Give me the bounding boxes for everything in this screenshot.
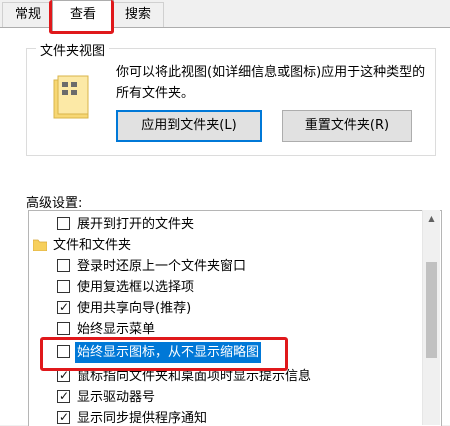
tree-item-use-checkboxes[interactable]: 使用复选框以选择项 xyxy=(29,277,421,298)
scroll-up-arrow-icon[interactable]: ▲ xyxy=(423,210,440,227)
checkbox-checked[interactable]: ✓ xyxy=(57,300,70,314)
check-mark-icon: ✓ xyxy=(59,300,70,314)
tree-item-label: 使用共享向导(推荐) xyxy=(77,301,192,316)
tree-item-label: 登录时还原上一个文件夹窗口 xyxy=(77,259,247,274)
reset-folders-label: 重置文件夹(R) xyxy=(304,118,390,133)
folder-views-title: 文件夹视图 xyxy=(36,40,110,59)
scroll-thumb[interactable] xyxy=(426,262,437,358)
tree-item-label: 显示驱动器号 xyxy=(77,390,156,405)
advanced-settings-label: 高级设置: xyxy=(26,196,83,211)
tree-item-restore-windows[interactable]: 登录时还原上一个文件夹窗口 xyxy=(29,256,421,277)
tab-search-label: 搜索 xyxy=(124,7,151,22)
tree-item-expand-to-open-folder[interactable]: 展开到打开的文件夹 xyxy=(29,214,421,235)
reset-folders-button[interactable]: 重置文件夹(R) xyxy=(282,110,412,142)
advanced-settings-tree[interactable]: 展开到打开的文件夹 文件和文件夹 登录时还原上一个文件夹窗口 使用复选框以选择项… xyxy=(28,210,442,426)
tree-item-label: 展开到打开的文件夹 xyxy=(77,217,195,232)
tree-item-sync-notifications[interactable]: ✓ 显示同步提供程序通知 xyxy=(29,408,421,426)
tree-item-sharing-wizard[interactable]: ✓ 使用共享向导(推荐) xyxy=(29,298,421,319)
tree-item-show-drive-letters[interactable]: ✓ 显示驱动器号 xyxy=(29,387,421,408)
checkbox-checked[interactable]: ✓ xyxy=(57,389,70,403)
checkbox[interactable] xyxy=(57,217,70,230)
checkbox-checked[interactable]: ✓ xyxy=(57,410,70,424)
tab-search[interactable]: 搜索 xyxy=(112,2,164,27)
folder-view-icon xyxy=(53,75,89,119)
folder-views-description: 你可以将此视图(如详细信息或图标)应用于这种类型的所有文件夹。 xyxy=(116,65,426,101)
check-mark-icon: ✓ xyxy=(59,389,70,403)
checkbox[interactable] xyxy=(57,280,70,293)
checkbox[interactable] xyxy=(57,259,70,272)
tree-item-label: 文件和文件夹 xyxy=(53,238,132,253)
apply-to-folders-label: 应用到文件夹(L) xyxy=(141,118,237,133)
folder-icon xyxy=(33,239,47,251)
tree-item-files-and-folders[interactable]: 文件和文件夹 xyxy=(29,235,421,256)
check-mark-icon: ✓ xyxy=(59,410,70,424)
tab-general-label: 常规 xyxy=(14,7,41,22)
tree-item-label: 显示同步提供程序通知 xyxy=(77,411,208,426)
tree-scrollbar[interactable]: ▲ xyxy=(422,210,440,425)
tree-item-label: 使用复选框以选择项 xyxy=(77,280,195,295)
tab-highlight xyxy=(49,0,114,34)
apply-to-folders-button[interactable]: 应用到文件夹(L) xyxy=(116,110,262,142)
option-highlight xyxy=(40,337,288,371)
checkbox[interactable] xyxy=(57,322,70,335)
tab-general[interactable]: 常规 xyxy=(2,2,54,27)
